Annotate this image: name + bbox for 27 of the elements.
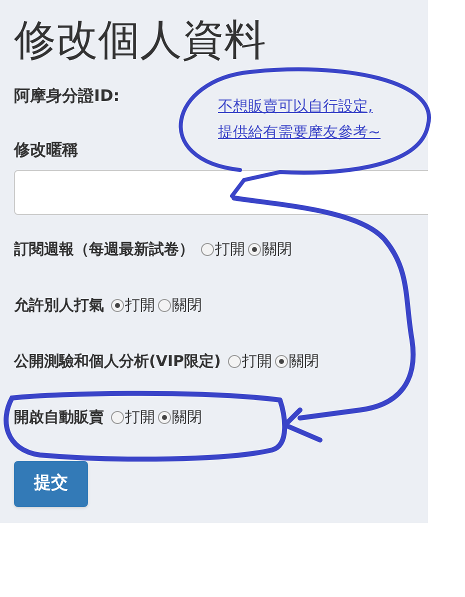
radio-label: 打開 bbox=[125, 294, 155, 316]
setting-label: 公開測驗和個人分析(VIP限定) bbox=[14, 350, 221, 372]
radio-label: 關閉 bbox=[172, 406, 202, 428]
radio-label: 打開 bbox=[242, 350, 272, 372]
radio-button[interactable] bbox=[274, 354, 288, 368]
radio-button[interactable] bbox=[111, 410, 124, 424]
setting-label: 訂閱週報（每週最新試卷） bbox=[14, 238, 194, 260]
radio-label: 關閉 bbox=[288, 350, 319, 372]
setting-label: 允許別人打氣 bbox=[14, 294, 104, 316]
radio-button[interactable] bbox=[201, 242, 214, 256]
annotation-text: 不想販賣可以自行設定, bbox=[218, 96, 374, 116]
id-label: 阿摩身分證ID: bbox=[14, 85, 120, 107]
nickname-field[interactable] bbox=[14, 170, 428, 215]
setting-label: 開啟自動販賣 bbox=[14, 406, 104, 428]
radio-label: 關閉 bbox=[262, 238, 292, 260]
submit-button[interactable]: 提交 bbox=[14, 461, 88, 507]
radio-button[interactable] bbox=[158, 410, 171, 424]
radio-label: 打開 bbox=[125, 406, 155, 428]
radio-button[interactable] bbox=[228, 354, 241, 368]
radio-button[interactable] bbox=[248, 242, 261, 256]
radio-label: 關閉 bbox=[172, 294, 202, 316]
nickname-label: 修改暱稱 bbox=[14, 139, 79, 161]
annotation-text: 提供給有需要摩友參考~ bbox=[218, 122, 381, 142]
radio-label: 打開 bbox=[215, 238, 245, 260]
radio-button[interactable] bbox=[111, 298, 124, 312]
radio-button[interactable] bbox=[158, 298, 171, 312]
page-title: 修改個人資料 bbox=[14, 14, 267, 66]
